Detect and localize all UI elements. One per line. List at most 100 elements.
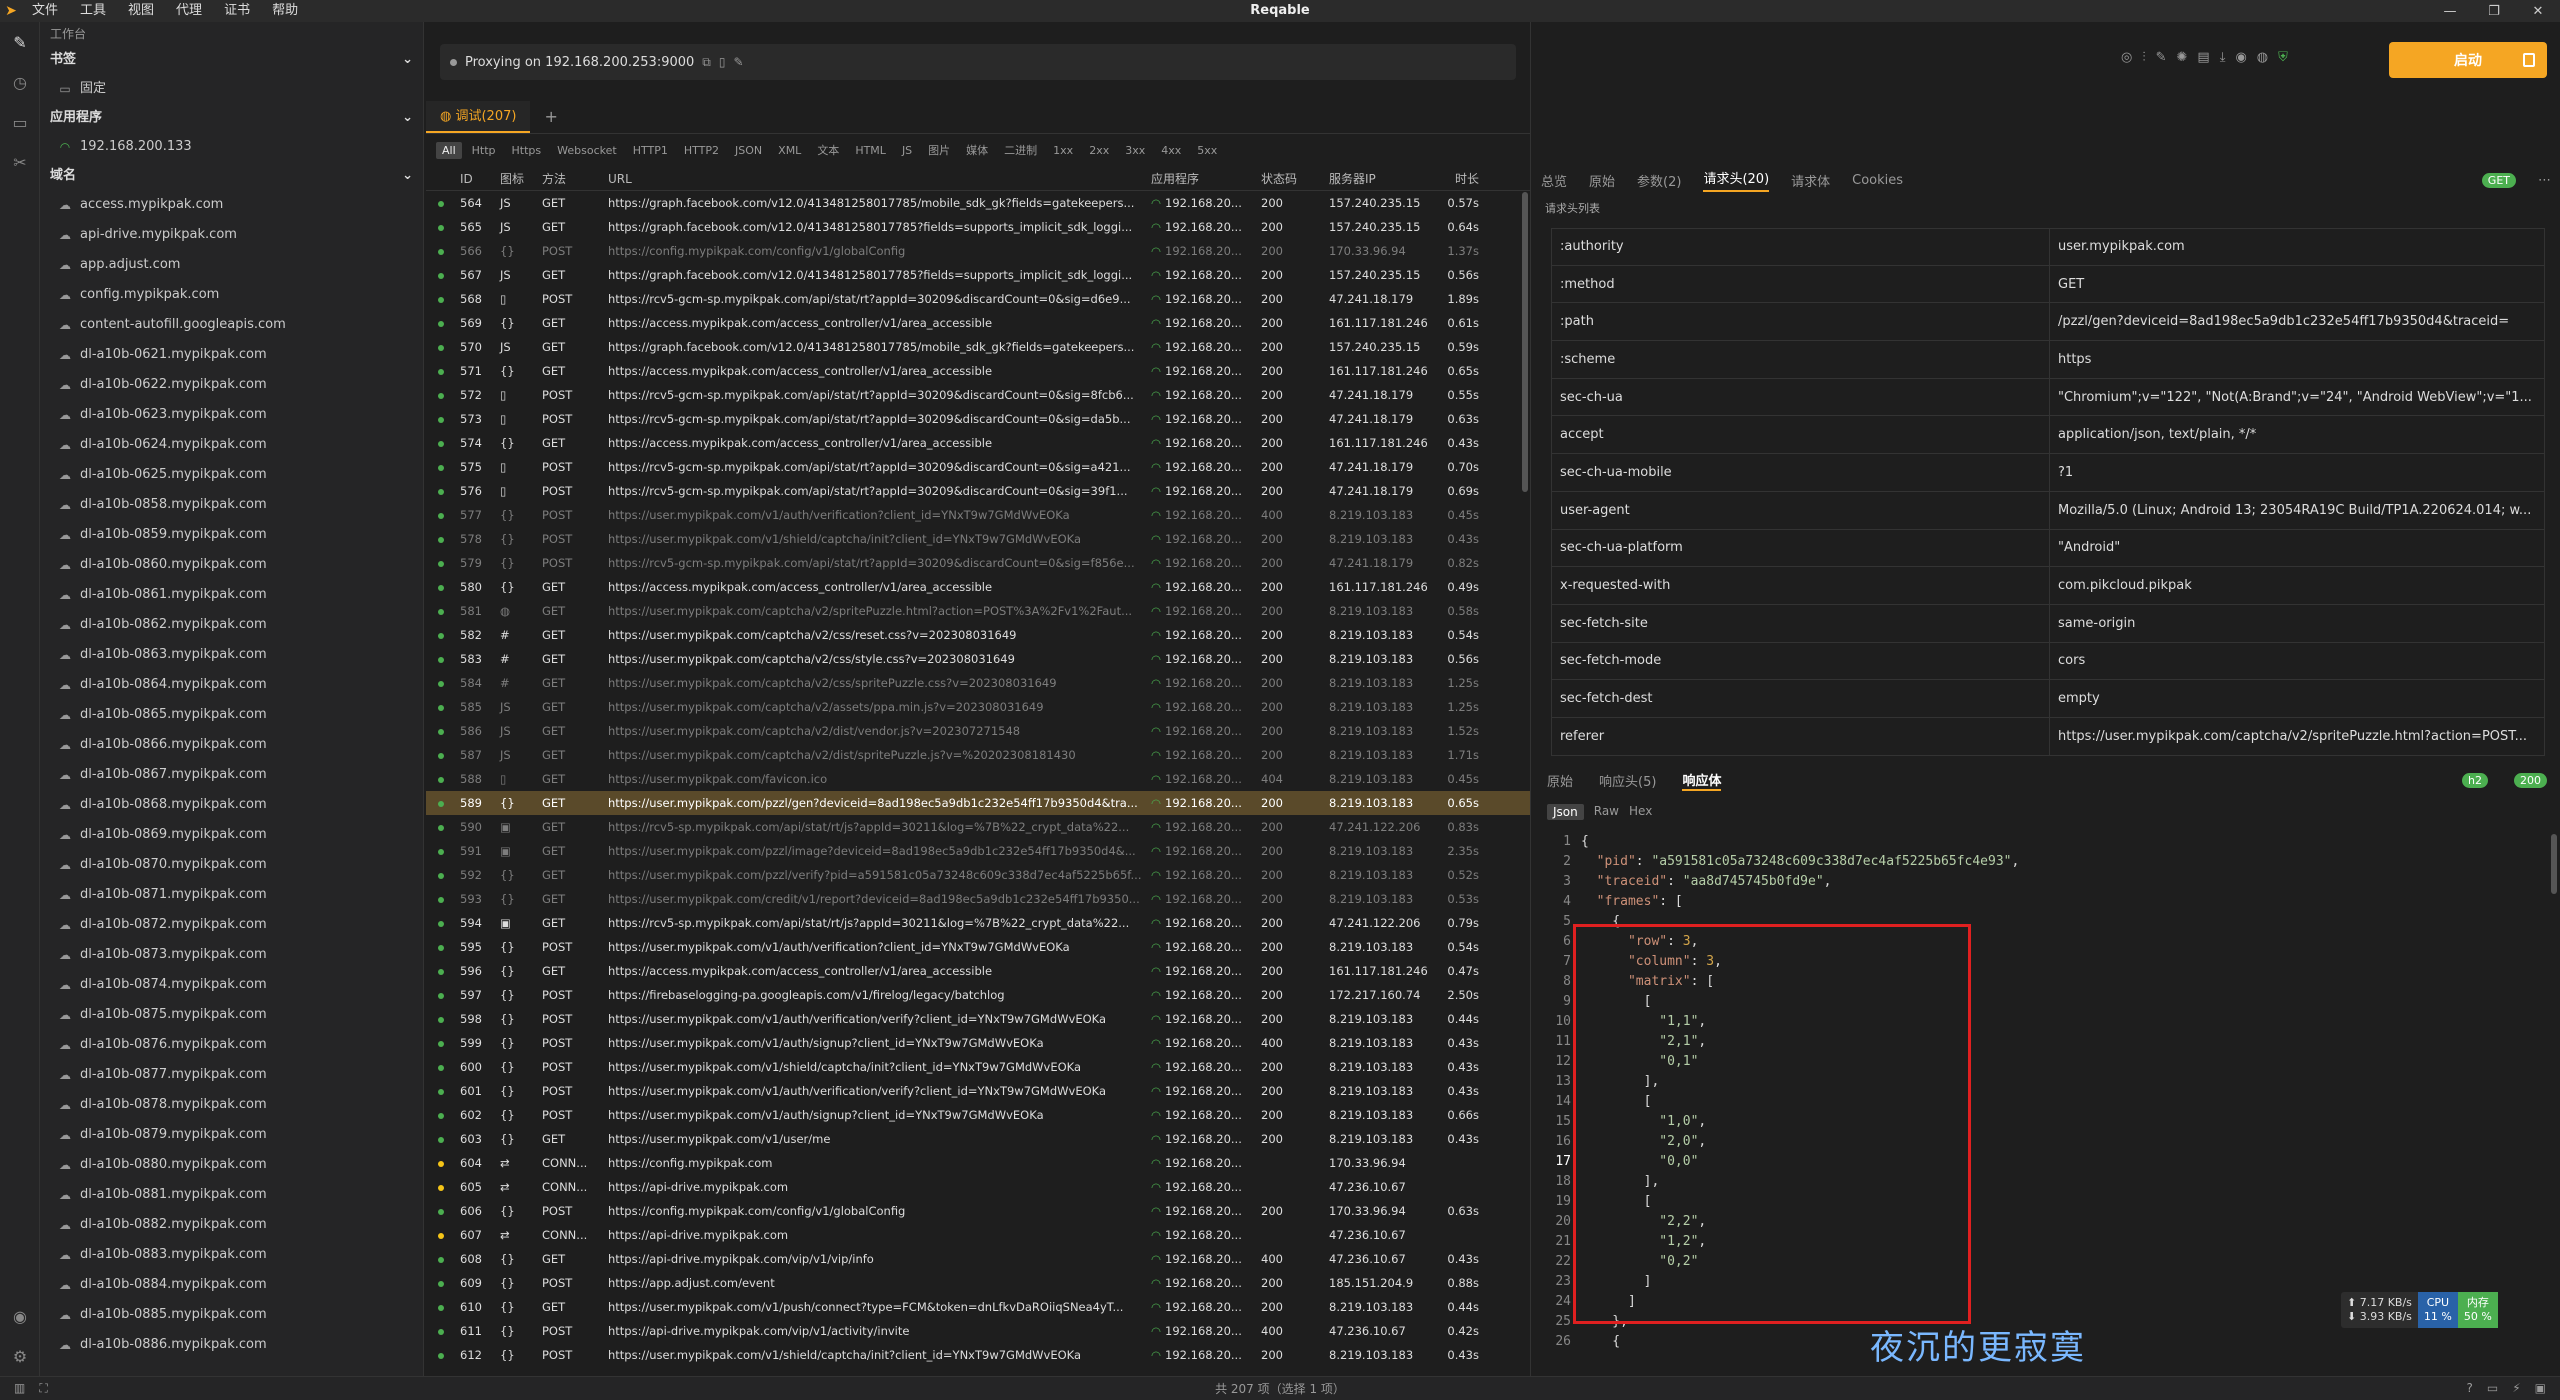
download-icon[interactable]: ⤓: [2220, 50, 2226, 65]
apps-section[interactable]: 应用程序 ⌄: [40, 104, 423, 132]
format-tab[interactable]: Json: [1547, 804, 1584, 820]
sidebar-item-domain[interactable]: ☁ dl-a10b-0621.mypikpak.com: [40, 340, 423, 370]
more-icon[interactable]: ⋯: [2538, 173, 2551, 188]
filter-chip[interactable]: JSON: [729, 142, 768, 159]
header-row[interactable]: :authority user.mypikpak.com: [1551, 228, 2545, 266]
filter-chip[interactable]: All: [436, 141, 462, 159]
table-row[interactable]: 594 ▣ GET https://rcv5-sp.mypikpak.com/api/…: [426, 911, 1530, 935]
menu-tools[interactable]: 工具: [70, 0, 116, 22]
format-tab[interactable]: Hex: [1629, 804, 1652, 820]
tab-request-0[interactable]: 总览: [1541, 171, 1567, 190]
sidebar-toggle-icon[interactable]: ▥: [14, 1381, 25, 1396]
header-row[interactable]: sec-ch-ua-mobile ?1: [1551, 454, 2545, 492]
sidebar-item-domain[interactable]: ☁ dl-a10b-0880.mypikpak.com: [40, 1150, 423, 1180]
sidebar-item-domain[interactable]: ☁ dl-a10b-0874.mypikpak.com: [40, 970, 423, 1000]
table-row[interactable]: 598 {} POST https://user.mypikpak.com/v1/au…: [426, 1007, 1530, 1031]
filter-chip[interactable]: 5xx: [1191, 142, 1223, 159]
table-row[interactable]: 606 {} POST https://config.mypikpak.com/con…: [426, 1199, 1530, 1223]
sidebar-item-domain[interactable]: ☁ dl-a10b-0886.mypikpak.com: [40, 1330, 423, 1360]
table-row[interactable]: 593 {} GET https://user.mypikpak.com/credit…: [426, 887, 1530, 911]
table-row[interactable]: 568 ▯ POST https://rcv5-gcm-sp.mypikpak.com…: [426, 287, 1530, 311]
target-icon[interactable]: ◎: [2121, 50, 2132, 65]
domains-section[interactable]: 域名 ⌄: [40, 162, 423, 190]
table-row[interactable]: 610 {} GET https://user.mypikpak.com/v1/pus…: [426, 1295, 1530, 1319]
chat-icon[interactable]: ▭: [2487, 1381, 2498, 1395]
sidebar-item-domain[interactable]: ☁ dl-a10b-0884.mypikpak.com: [40, 1270, 423, 1300]
column-header[interactable]: 服务器IP: [1325, 170, 1437, 187]
header-row[interactable]: sec-ch-ua-platform "Android": [1551, 529, 2545, 568]
sidebar-item-domain[interactable]: ☁ dl-a10b-0623.mypikpak.com: [40, 400, 423, 430]
minimize-icon[interactable]: —: [2428, 0, 2472, 22]
copy-icon[interactable]: ⧉: [702, 55, 711, 70]
header-row[interactable]: :scheme https: [1551, 341, 2545, 379]
sidebar-item-pinned[interactable]: ▭ 固定: [40, 74, 423, 104]
history-icon[interactable]: ◷: [0, 62, 40, 102]
filter-chip[interactable]: XML: [772, 142, 807, 159]
table-row[interactable]: 589 {} GET https://user.mypikpak.com/pzzl/g…: [426, 791, 1530, 815]
record-icon[interactable]: ◉: [2235, 50, 2246, 65]
sidebar-item-domain[interactable]: ☁ content-autofill.googleapis.com: [40, 310, 423, 340]
flash-icon[interactable]: ⚡: [2512, 1381, 2520, 1395]
table-row[interactable]: 588 ▯ GET https://user.mypikpak.com/favicon…: [426, 767, 1530, 791]
sidebar-item-domain[interactable]: ☁ dl-a10b-0876.mypikpak.com: [40, 1030, 423, 1060]
rewrite-icon[interactable]: ✎: [2156, 50, 2167, 65]
table-row[interactable]: 575 ▯ POST https://rcv5-gcm-sp.mypikpak.com…: [426, 455, 1530, 479]
header-row[interactable]: accept application/json, text/plain, */*: [1551, 416, 2545, 455]
table-row[interactable]: 609 {} POST https://app.adjust.com/event ◠ 19…: [426, 1271, 1530, 1295]
table-row[interactable]: 571 {} GET https://access.mypikpak.com/acce…: [426, 359, 1530, 383]
sidebar-item-domain[interactable]: ☁ dl-a10b-0881.mypikpak.com: [40, 1180, 423, 1210]
sidebar-item-domain[interactable]: ☁ dl-a10b-0622.mypikpak.com: [40, 370, 423, 400]
filter-chip[interactable]: 2xx: [1083, 142, 1115, 159]
table-row[interactable]: 566 {} POST https://config.mypikpak.com/con…: [426, 239, 1530, 263]
menu-help[interactable]: 帮助: [262, 0, 308, 22]
table-row[interactable]: 605 ⇄ CONN... https://api-drive.mypikpak.co…: [426, 1175, 1530, 1199]
sidebar-item-domain[interactable]: ☁ dl-a10b-0863.mypikpak.com: [40, 640, 423, 670]
table-row[interactable]: 583 # GET https://user.mypikpak.com/captcha…: [426, 647, 1530, 671]
sidebar-item-domain[interactable]: ☁ dl-a10b-0625.mypikpak.com: [40, 460, 423, 490]
filter-chip[interactable]: 图片: [922, 140, 956, 160]
table-row[interactable]: 585 JS GET https://user.mypikpak.com/captch…: [426, 695, 1530, 719]
tab-debug-session[interactable]: ◍ 调试(207): [426, 101, 531, 133]
header-row[interactable]: sec-fetch-dest empty: [1551, 680, 2545, 718]
header-row[interactable]: user-agent Mozilla/5.0 (Linux; Android 13…: [1551, 491, 2545, 530]
edit-icon[interactable]: ✎: [733, 55, 743, 69]
sidebar-item-domain[interactable]: ☁ dl-a10b-0871.mypikpak.com: [40, 880, 423, 910]
table-row[interactable]: 596 {} GET https://access.mypikpak.com/acce…: [426, 959, 1530, 983]
table-row[interactable]: 579 {} POST https://rcv5-gcm-sp.mypikpak.co…: [426, 551, 1530, 575]
table-row[interactable]: 607 ⇄ CONN... https://api-drive.mypikpak.co…: [426, 1223, 1530, 1247]
globe-icon[interactable]: ◍: [2257, 50, 2268, 65]
table-row[interactable]: 564 JS GET https://graph.facebook.com/v12.0…: [426, 191, 1530, 215]
tools-icon[interactable]: ✂: [0, 142, 40, 182]
sidebar-item-domain[interactable]: ☁ access.mypikpak.com: [40, 190, 423, 220]
filter-chip[interactable]: JS: [896, 142, 918, 159]
table-row[interactable]: 586 JS GET https://user.mypikpak.com/captch…: [426, 719, 1530, 743]
sidebar-item-domain[interactable]: ☁ dl-a10b-0865.mypikpak.com: [40, 700, 423, 730]
restore-icon[interactable]: ❐: [2472, 0, 2516, 22]
filter-chip[interactable]: 4xx: [1155, 142, 1187, 159]
help-icon[interactable]: ?: [2467, 1381, 2473, 1395]
table-row[interactable]: 604 ⇄ CONN... https://config.mypikpak.com ◠ 1…: [426, 1151, 1530, 1175]
layout-icon[interactable]: ▣: [2535, 1381, 2546, 1395]
table-row[interactable]: 600 {} POST https://user.mypikpak.com/v1/sh…: [426, 1055, 1530, 1079]
header-row[interactable]: :path/pzzl/gen?deviceid=8ad198ec5a9db1c2…: [1551, 303, 2545, 342]
filter-chip[interactable]: 媒体: [960, 140, 994, 160]
stop-icon[interactable]: [2523, 53, 2535, 67]
phone-icon[interactable]: ▯: [719, 55, 726, 69]
tab-request-2[interactable]: 参数(2): [1637, 171, 1681, 190]
split-icon[interactable]: ⫶: [2142, 50, 2145, 65]
table-row[interactable]: 597 {} POST https://firebaselogging-pa.goog…: [426, 983, 1530, 1007]
sidebar-item-domain[interactable]: ☁ dl-a10b-0868.mypikpak.com: [40, 790, 423, 820]
filter-chip[interactable]: Http: [466, 142, 502, 159]
sidebar-item-domain[interactable]: ☁ dl-a10b-0885.mypikpak.com: [40, 1300, 423, 1330]
shield-icon[interactable]: ⛨: [2278, 50, 2288, 65]
menu-cert[interactable]: 证书: [214, 0, 260, 22]
table-row[interactable]: 608 {} GET https://api-drive.mypikpak.com/v…: [426, 1247, 1530, 1271]
format-tab[interactable]: Raw: [1594, 804, 1619, 820]
table-row[interactable]: 611 {} POST https://api-drive.mypikpak.com/…: [426, 1319, 1530, 1343]
settings-gear-icon[interactable]: ⚙: [0, 1336, 40, 1376]
fullscreen-icon[interactable]: ⛶: [39, 1381, 47, 1396]
inbox-icon[interactable]: ▭: [0, 102, 40, 142]
sidebar-item-domain[interactable]: ☁ dl-a10b-0875.mypikpak.com: [40, 1000, 423, 1030]
table-row[interactable]: 577 {} POST https://user.mypikpak.com/v1/au…: [426, 503, 1530, 527]
sidebar-item-domain[interactable]: ☁ dl-a10b-0860.mypikpak.com: [40, 550, 423, 580]
